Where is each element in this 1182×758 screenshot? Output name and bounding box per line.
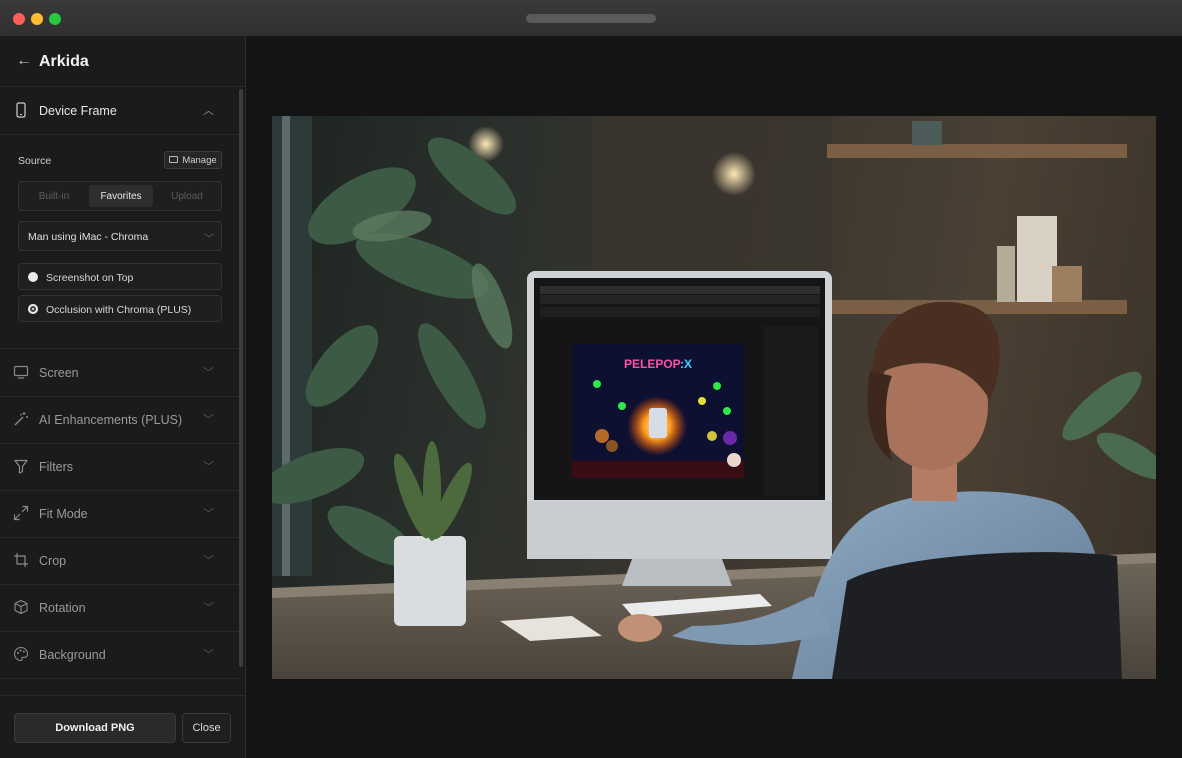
manage-label: Manage [182, 154, 217, 166]
frame-select[interactable]: Man using iMac - Chroma ﹀ [18, 221, 222, 251]
monitor-icon [13, 365, 29, 379]
expand-icon [13, 505, 29, 521]
section-rotation[interactable]: Rotation ﹀ [0, 585, 239, 632]
source-tabs: Built-in Favorites Upload [18, 181, 222, 211]
section-filters[interactable]: Filters ﹀ [0, 444, 239, 491]
device-frame-panel: Source Manage Built-in Favorites Upload … [0, 135, 239, 349]
frame-select-value: Man using iMac - Chroma [28, 231, 149, 243]
smartphone-icon [16, 102, 26, 118]
chevron-down-icon: ﹀ [204, 234, 214, 245]
sidebar: ← Arkida Device Frame ︿ Source Manage Bu… [0, 37, 246, 758]
radio-button-selected[interactable] [28, 304, 38, 314]
close-window-button[interactable] [13, 13, 25, 25]
minimize-window-button[interactable] [31, 13, 43, 25]
sidebar-footer: Download PNG Close [0, 695, 245, 758]
tab-built-in[interactable]: Built-in [22, 185, 86, 207]
zoom-window-button[interactable] [49, 13, 61, 25]
option-label: Screenshot on Top [46, 272, 134, 284]
section-label: AI Enhancements (PLUS) [39, 413, 183, 427]
chevron-down-icon: ﹀ [203, 649, 214, 661]
source-label: Source [18, 155, 52, 167]
section-screen[interactable]: Screen ﹀ [0, 350, 239, 397]
section-label: Filters [39, 460, 74, 474]
tab-upload[interactable]: Upload [155, 185, 219, 207]
back-arrow-icon[interactable]: ← [16, 52, 32, 70]
folder-icon [169, 155, 179, 163]
preview-canvas: PELEPOP :X [247, 37, 1182, 758]
section-label: Background [39, 648, 106, 662]
crop-icon [14, 553, 28, 567]
window-drag-handle[interactable] [526, 14, 656, 23]
chevron-down-icon: ﹀ [203, 367, 214, 379]
magic-wand-icon [14, 412, 28, 426]
app-title: Arkida [39, 53, 89, 70]
section-label: Crop [39, 554, 67, 568]
sidebar-header: ← Arkida [0, 37, 245, 87]
mockup-preview-image: PELEPOP :X [272, 116, 1156, 679]
section-background[interactable]: Background ﹀ [0, 632, 239, 679]
close-button[interactable]: Close [182, 713, 231, 743]
mockup-photo-illustration: PELEPOP :X [272, 116, 1156, 679]
section-ai-enhancements[interactable]: AI Enhancements (PLUS) ﹀ [0, 397, 239, 444]
chevron-down-icon: ﹀ [203, 555, 214, 567]
download-png-button[interactable]: Download PNG [14, 713, 176, 743]
palette-icon [13, 646, 29, 662]
chevron-down-icon: ﹀ [203, 508, 214, 520]
section-label: Device Frame [39, 104, 117, 118]
title-bar [0, 0, 1182, 37]
svg-text:PELEPOP: PELEPOP [624, 357, 681, 371]
option-screenshot-on-top[interactable]: Screenshot on Top [18, 263, 222, 290]
section-label: Screen [39, 366, 79, 380]
radio-button[interactable] [28, 272, 38, 282]
section-label: Rotation [39, 601, 86, 615]
manage-button[interactable]: Manage [164, 151, 222, 169]
section-fit-mode[interactable]: Fit Mode ﹀ [0, 491, 239, 538]
section-crop[interactable]: Crop ﹀ [0, 538, 239, 585]
chevron-down-icon: ﹀ [203, 461, 214, 473]
chevron-down-icon: ﹀ [203, 414, 214, 426]
cube-icon [14, 599, 28, 615]
svg-text::X: :X [680, 357, 692, 371]
sidebar-scrollbar[interactable] [239, 89, 243, 667]
chevron-up-icon: ︿ [203, 105, 214, 117]
section-device-frame[interactable]: Device Frame ︿ [0, 88, 239, 135]
chevron-down-icon: ﹀ [203, 602, 214, 614]
option-occlusion-chroma[interactable]: Occlusion with Chroma (PLUS) [18, 295, 222, 322]
section-label: Fit Mode [39, 507, 88, 521]
filter-icon [14, 459, 28, 474]
option-label: Occlusion with Chroma (PLUS) [46, 304, 192, 316]
tab-favorites[interactable]: Favorites [89, 185, 153, 207]
